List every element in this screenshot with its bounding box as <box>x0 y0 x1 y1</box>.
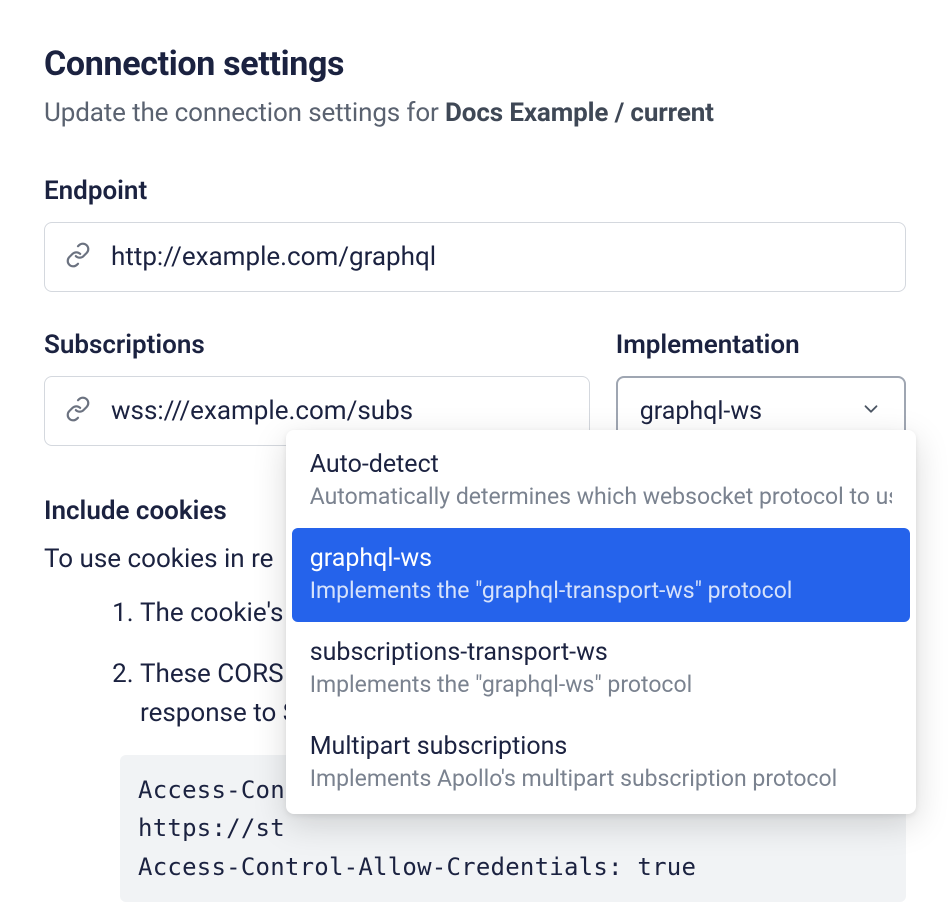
dropdown-option-desc: Implements the "graphql-ws" protocol <box>310 671 892 698</box>
dropdown-option-title: Auto-detect <box>310 450 892 479</box>
implementation-label: Implementation <box>616 330 906 360</box>
subtitle-strong: Docs Example / current <box>445 98 714 128</box>
chevron-down-icon <box>860 398 882 424</box>
endpoint-label: Endpoint <box>44 176 906 206</box>
subscriptions-label: Subscriptions <box>44 330 590 360</box>
subtitle-prefix: Update the connection settings for <box>44 98 445 128</box>
dropdown-option-desc: Implements the "graphql-transport-ws" pr… <box>310 577 892 604</box>
dropdown-option-title: subscriptions-transport-ws <box>310 638 892 667</box>
dropdown-option-auto-detect[interactable]: Auto-detect Automatically determines whi… <box>286 434 916 528</box>
dropdown-option-graphql-ws[interactable]: graphql-ws Implements the "graphql-trans… <box>292 528 910 622</box>
link-icon <box>65 242 91 272</box>
endpoint-input[interactable] <box>111 242 885 272</box>
implementation-selected-value: graphql-ws <box>640 397 762 426</box>
dropdown-option-title: graphql-ws <box>310 544 892 573</box>
page-subtitle: Update the connection settings for Docs … <box>44 98 906 128</box>
dropdown-option-desc: Implements Apollo's multipart subscripti… <box>310 765 892 792</box>
implementation-dropdown: Auto-detect Automatically determines whi… <box>286 430 916 814</box>
subscriptions-input[interactable] <box>111 396 569 426</box>
endpoint-input-wrap[interactable] <box>44 222 906 292</box>
dropdown-option-subscriptions-transport-ws[interactable]: subscriptions-transport-ws Implements th… <box>286 622 916 716</box>
page-title: Connection settings <box>44 44 906 84</box>
link-icon <box>65 396 91 426</box>
dropdown-option-desc: Automatically determines which websocket… <box>310 483 892 510</box>
dropdown-option-multipart[interactable]: Multipart subscriptions Implements Apoll… <box>286 716 916 810</box>
dropdown-option-title: Multipart subscriptions <box>310 732 892 761</box>
